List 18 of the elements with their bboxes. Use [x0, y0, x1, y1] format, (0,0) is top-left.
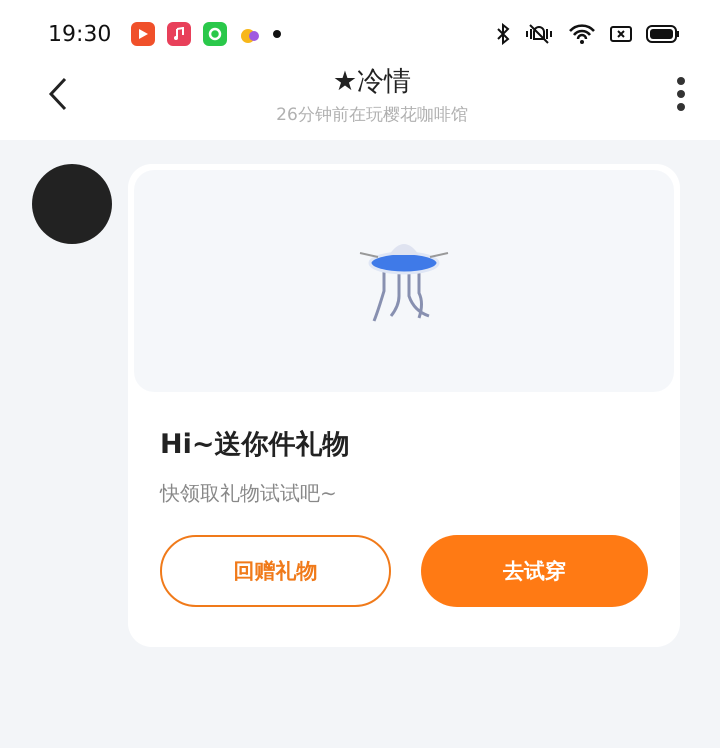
status-time: 19:30 [48, 22, 112, 46]
sim-card-icon [610, 25, 632, 43]
gift-title: Hi~送你件礼物 [160, 428, 350, 462]
try-on-button[interactable]: 去试穿 [421, 535, 648, 607]
more-menu-button[interactable] [676, 76, 686, 112]
bluetooth-icon [496, 23, 510, 45]
music-app-icon [167, 22, 192, 46]
ring-app-icon [203, 22, 228, 46]
mute-bell-icon [524, 23, 554, 45]
return-gift-button[interactable]: 回赠礼物 [160, 535, 391, 607]
wifi-icon [568, 23, 596, 45]
gift-message: 快领取礼物试试吧~ [160, 480, 338, 507]
chat-title: ★冷情 [332, 64, 412, 98]
back-button[interactable] [48, 77, 68, 111]
play-app-icon [131, 22, 156, 46]
battery-icon [646, 25, 680, 43]
notification-dot-icon [273, 30, 282, 38]
chat-subtitle: 26分钟前在玩樱花咖啡馆 [276, 104, 468, 126]
